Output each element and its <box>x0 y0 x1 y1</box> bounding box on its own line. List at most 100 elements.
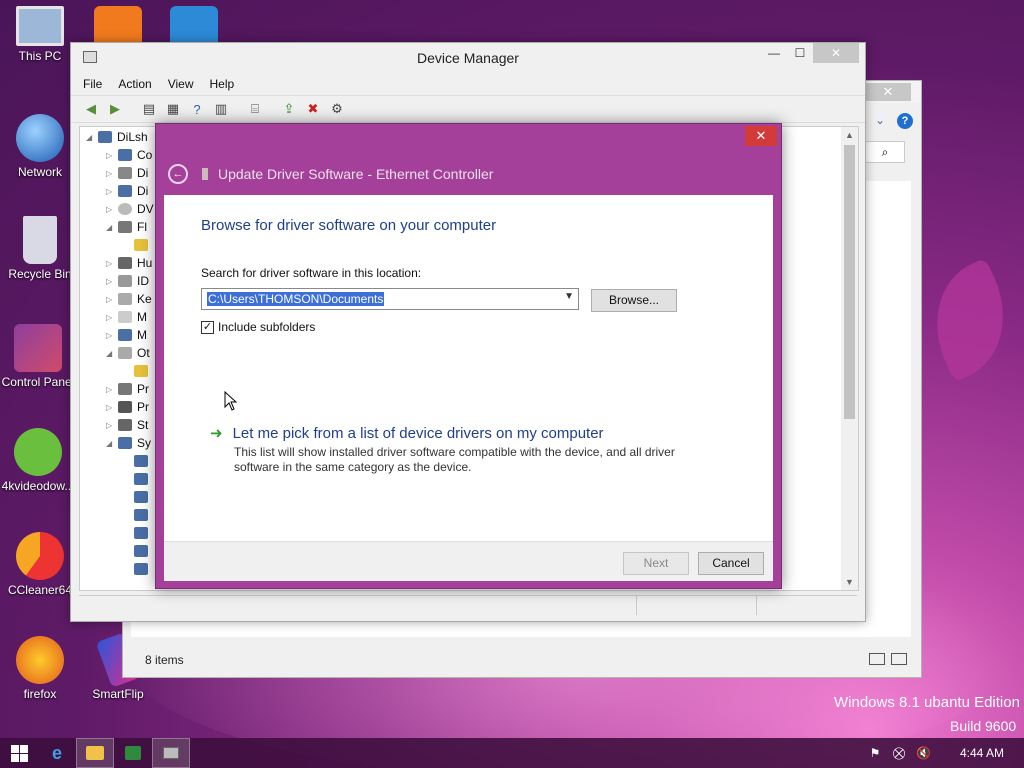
tree-node[interactable]: ▷ Di <box>106 164 148 182</box>
menu-help[interactable]: Help <box>210 77 235 91</box>
uninstall-icon[interactable]: ✖ <box>303 99 323 119</box>
menu-file[interactable]: File <box>83 77 102 91</box>
tree-node[interactable]: ▷ Di <box>106 182 148 200</box>
4kvideo-icon <box>14 428 62 476</box>
device-icon <box>118 167 132 179</box>
dialog-close-icon[interactable]: ✕ <box>745 126 777 146</box>
menu-view[interactable]: View <box>168 77 194 91</box>
pick-from-list-link[interactable]: ➜ Let me pick from a list of device driv… <box>210 424 604 443</box>
tree-child[interactable] <box>134 236 153 254</box>
taskbar-store[interactable] <box>114 738 152 768</box>
clock[interactable]: 4:44 AM <box>960 746 1004 760</box>
tree-root[interactable]: ◢ DiLsh <box>86 128 148 146</box>
taskbar-device-manager[interactable] <box>152 738 190 768</box>
help-icon[interactable]: ? <box>897 113 913 129</box>
view-icon[interactable]: ▥ <box>211 99 231 119</box>
back-arrow-icon[interactable]: ← <box>168 164 188 184</box>
device-manager-icon <box>163 747 179 759</box>
desktop-icon-4kvideodownloader[interactable]: 4kvideodow... <box>0 428 76 493</box>
tree-child[interactable] <box>134 524 153 542</box>
device-icon <box>118 221 132 233</box>
tree-child[interactable] <box>134 362 153 380</box>
scroll-down-icon[interactable]: ▼ <box>841 574 858 590</box>
control-panel-icon <box>14 324 62 372</box>
desktop-icon-label: Recycle Bin <box>8 267 72 281</box>
path-value[interactable]: C:\Users\THOMSON\Documents <box>207 292 385 306</box>
tree-child[interactable] <box>134 506 153 524</box>
keyboard-icon <box>118 293 132 305</box>
browse-button[interactable]: Browse... <box>591 289 677 312</box>
taskbar-internet-explorer[interactable]: e <box>38 738 76 768</box>
include-subfolders-label[interactable]: Include subfolders <box>218 320 315 334</box>
enable-device-icon[interactable]: ⚙ <box>327 99 347 119</box>
large-icons-view-icon[interactable] <box>891 653 907 665</box>
network-error-icon[interactable]: ⛒ <box>892 746 906 760</box>
tree-child[interactable] <box>134 560 153 578</box>
tree-child[interactable] <box>134 488 153 506</box>
maximize-icon[interactable]: ☐ <box>787 43 813 63</box>
details-view-icon[interactable] <box>869 653 885 665</box>
collapse-arrow-icon[interactable]: ◢ <box>86 133 98 142</box>
action-center-flag-icon[interactable]: ⚑ <box>868 746 882 760</box>
menu-action[interactable]: Action <box>118 77 151 91</box>
scan-hardware-icon[interactable]: ⌸ <box>245 99 265 119</box>
vertical-scrollbar[interactable]: ▲ ▼ <box>841 127 858 590</box>
dialog-title: Update Driver Software - Ethernet Contro… <box>218 166 494 182</box>
chevron-down-icon[interactable]: ⌄ <box>875 113 885 127</box>
include-subfolders-row[interactable]: ✓ Include subfolders <box>201 320 315 334</box>
minimize-icon[interactable]: — <box>761 43 787 63</box>
tree-node[interactable]: ▷ Pr <box>106 398 149 416</box>
path-combobox[interactable]: C:\Users\THOMSON\Documents ▼ <box>201 288 579 310</box>
build-label: Build 9600 <box>950 718 1017 734</box>
next-button[interactable]: Next <box>623 552 689 575</box>
view-toggle[interactable] <box>869 653 907 665</box>
show-hide-tree-icon[interactable]: ▤ <box>139 99 159 119</box>
help-icon[interactable]: ? <box>187 99 207 119</box>
tree-node[interactable]: ▷ Hu <box>106 254 152 272</box>
tree-node[interactable]: ▷ Pr <box>106 380 149 398</box>
scroll-up-icon[interactable]: ▲ <box>841 127 858 143</box>
update-driver-dialog[interactable]: ✕ ← Update Driver Software - Ethernet Co… <box>155 123 782 589</box>
page-heading: Browse for driver software on your compu… <box>201 217 497 234</box>
tree-node[interactable]: ▷ M <box>106 326 147 344</box>
include-subfolders-checkbox[interactable]: ✓ <box>201 320 214 334</box>
desktop-icon-firefox[interactable]: firefox <box>2 636 78 701</box>
start-button[interactable] <box>0 738 38 768</box>
tree-node[interactable]: ▷ DV <box>106 200 154 218</box>
cancel-button[interactable]: Cancel <box>698 552 764 575</box>
tree-node[interactable]: ◢ Sy <box>106 434 151 452</box>
device-icon <box>118 149 132 161</box>
forward-arrow-icon[interactable]: ▶ <box>105 99 125 119</box>
tree-node[interactable]: ▷ St <box>106 416 148 434</box>
tree-child[interactable] <box>134 470 153 488</box>
close-icon[interactable]: ✕ <box>813 43 859 63</box>
tree-child[interactable] <box>134 452 153 470</box>
desktop-icon-label: firefox <box>23 687 57 701</box>
taskbar-file-explorer[interactable] <box>76 738 114 768</box>
scroll-thumb[interactable] <box>844 145 855 419</box>
search-icon[interactable]: ⌕ <box>865 141 905 163</box>
warning-icon <box>134 239 148 251</box>
system-icon <box>118 437 132 449</box>
explorer-close-icon[interactable]: ✕ <box>865 83 911 101</box>
volume-muted-icon[interactable]: 🔇 <box>916 746 931 760</box>
tree-node[interactable]: ▷ M <box>106 308 147 326</box>
back-arrow-icon[interactable]: ◀ <box>81 99 101 119</box>
item-count: 8 items <box>145 653 184 667</box>
device-icon <box>134 545 148 557</box>
desktop-icon-recycle-bin[interactable]: Recycle Bin <box>2 216 78 281</box>
tree-node[interactable]: ▷ Co <box>106 146 152 164</box>
update-driver-icon[interactable]: ⇪ <box>279 99 299 119</box>
toolbar: ◀ ▶ ▤ ▦ ? ▥ ⌸ ⇪ ✖ ⚙ <box>71 95 865 123</box>
tree-node[interactable]: ▷ ID <box>106 272 149 290</box>
desktop-icon-network[interactable]: Network <box>2 114 78 179</box>
tree-node[interactable]: ◢ Ot <box>106 344 150 362</box>
tree-node[interactable]: ◢ Fl <box>106 218 147 236</box>
tree-child[interactable] <box>134 542 153 560</box>
chevron-down-icon[interactable]: ▼ <box>564 291 574 302</box>
desktop-icon-ccleaner[interactable]: CCleaner64 <box>2 532 78 597</box>
desktop-icon-control-panel[interactable]: Control Panel <box>0 324 76 389</box>
desktop-icon-this-pc[interactable]: This PC <box>2 6 78 63</box>
properties-icon[interactable]: ▦ <box>163 99 183 119</box>
tree-node[interactable]: ▷ Ke <box>106 290 152 308</box>
